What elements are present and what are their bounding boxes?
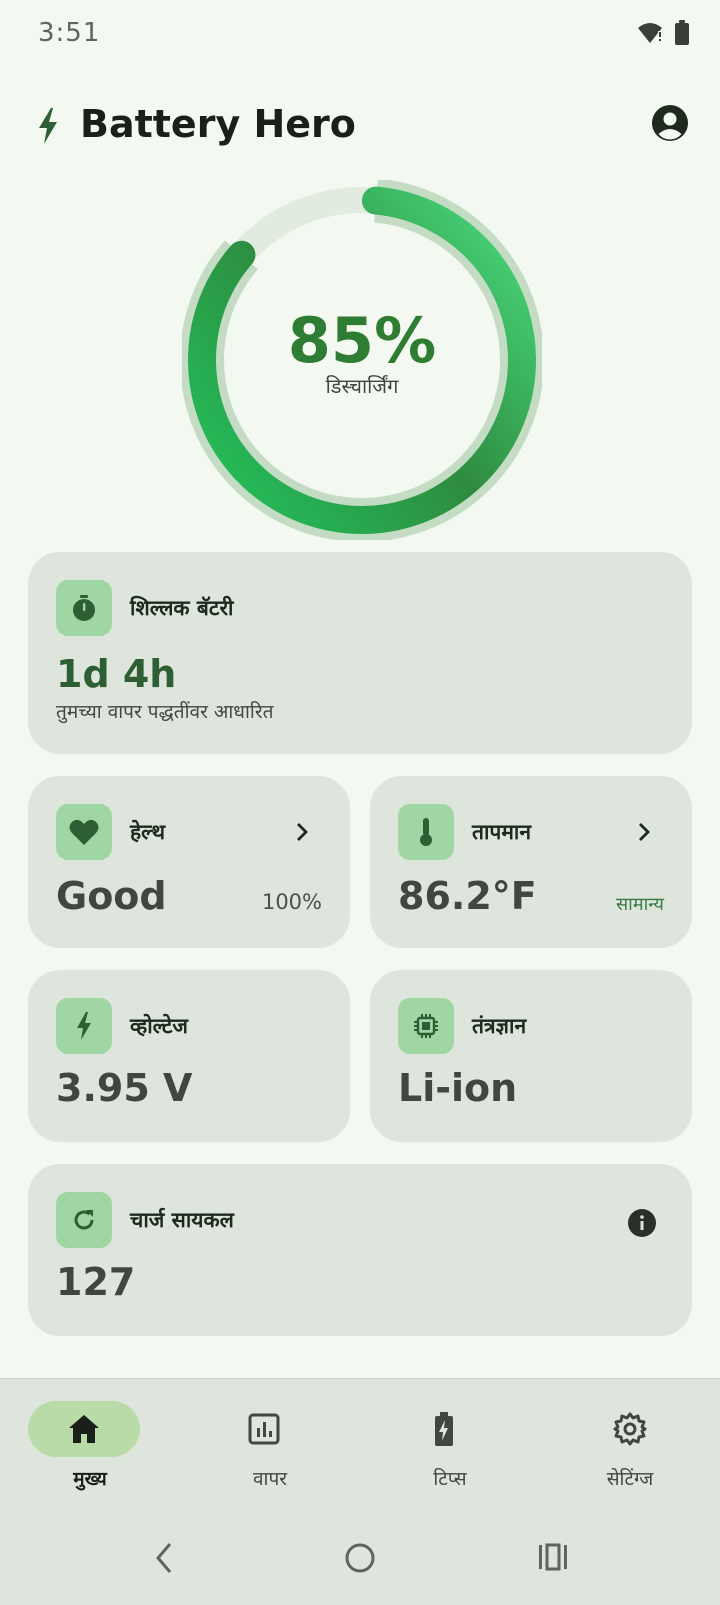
chevron-right-icon[interactable] [632,820,656,844]
temperature-card[interactable]: तापमान 86.2°F सामान्य [370,776,692,948]
charge-cycles-card: चार्ज सायकल 127 [28,1164,692,1336]
temperature-status: सामान्य [615,894,664,915]
heart-icon [69,819,99,845]
app-title: Battery Hero [80,102,356,146]
home-icon [69,1415,99,1443]
health-value: Good [56,874,167,918]
nav-item-tips[interactable]: टिप्स [360,1379,540,1499]
remaining-value: 1d 4h [56,652,177,696]
nav-label-tips: टिप्स [433,1468,467,1490]
bolt-icon [77,1012,91,1040]
status-icons [636,20,690,46]
technology-value: Li-ion [398,1066,518,1110]
health-title: हेल्थ [130,820,166,844]
health-percent: 100% [261,890,322,914]
timer-chip [56,580,112,636]
account-circle-icon[interactable] [651,104,689,142]
thermometer-icon [420,818,432,846]
back-icon[interactable] [152,1540,176,1576]
status-time: 3:51 [38,18,101,48]
battery-status: डिस्चार्जिंग [325,374,399,398]
temperature-value: 86.2°F [398,874,537,918]
cycles-value: 127 [56,1260,136,1304]
remaining-title: शिल्लक बॅटरी [130,596,234,620]
wifi-alert-icon [638,23,662,43]
voltage-card: व्होल्टेज 3.95 V [28,970,350,1142]
health-card[interactable]: हेल्थ Good 100% [28,776,350,948]
heart-chip [56,804,112,860]
gear-icon [613,1412,647,1446]
cycles-title: चार्ज सायकल [130,1208,234,1232]
refresh-icon [74,1210,94,1230]
chevron-right-icon[interactable] [290,820,314,844]
chip-chip [398,998,454,1054]
technology-card: तंत्रज्ञान Li-ion [370,970,692,1142]
usage-chart-icon [248,1413,280,1445]
recents-icon[interactable] [538,1542,568,1572]
remaining-note: तुमच्या वापर पद्धतींवर आधारित [56,701,274,723]
nav-item-usage[interactable]: वापर [180,1379,360,1499]
voltage-value: 3.95 V [56,1066,193,1110]
technology-title: तंत्रज्ञान [472,1014,527,1038]
voltage-title: व्होल्टेज [130,1014,188,1038]
nav-item-home[interactable]: मुख्य [0,1379,180,1499]
nav-label-usage: वापर [252,1468,288,1490]
timer-icon [73,595,95,621]
temperature-title: तापमान [472,820,531,844]
status-bar: 3:51 [0,0,720,72]
battery-percent: 85% [287,304,437,377]
info-icon[interactable] [627,1208,657,1238]
memory-chip-icon [414,1014,438,1038]
home-circle-icon[interactable] [344,1542,376,1574]
refresh-chip [56,1192,112,1248]
nav-label-settings: सेटिंग्ज [606,1468,654,1490]
nav-item-settings[interactable]: सेटिंग्ज [540,1379,720,1499]
battery-ring: 85% डिस्चार्जिंग [182,180,542,540]
remaining-battery-card: शिल्लक बॅटरी 1d 4h तुमच्या वापर पद्धतींव… [28,552,692,754]
nav-label-home: मुख्य [73,1468,107,1490]
battery-charging-icon [435,1412,453,1446]
system-nav-bar [0,1528,720,1588]
bolt-logo-icon [39,108,57,144]
app-header: Battery Hero [0,96,720,156]
thermometer-chip [398,804,454,860]
bolt-chip [56,998,112,1054]
battery-status-icon [675,20,689,45]
